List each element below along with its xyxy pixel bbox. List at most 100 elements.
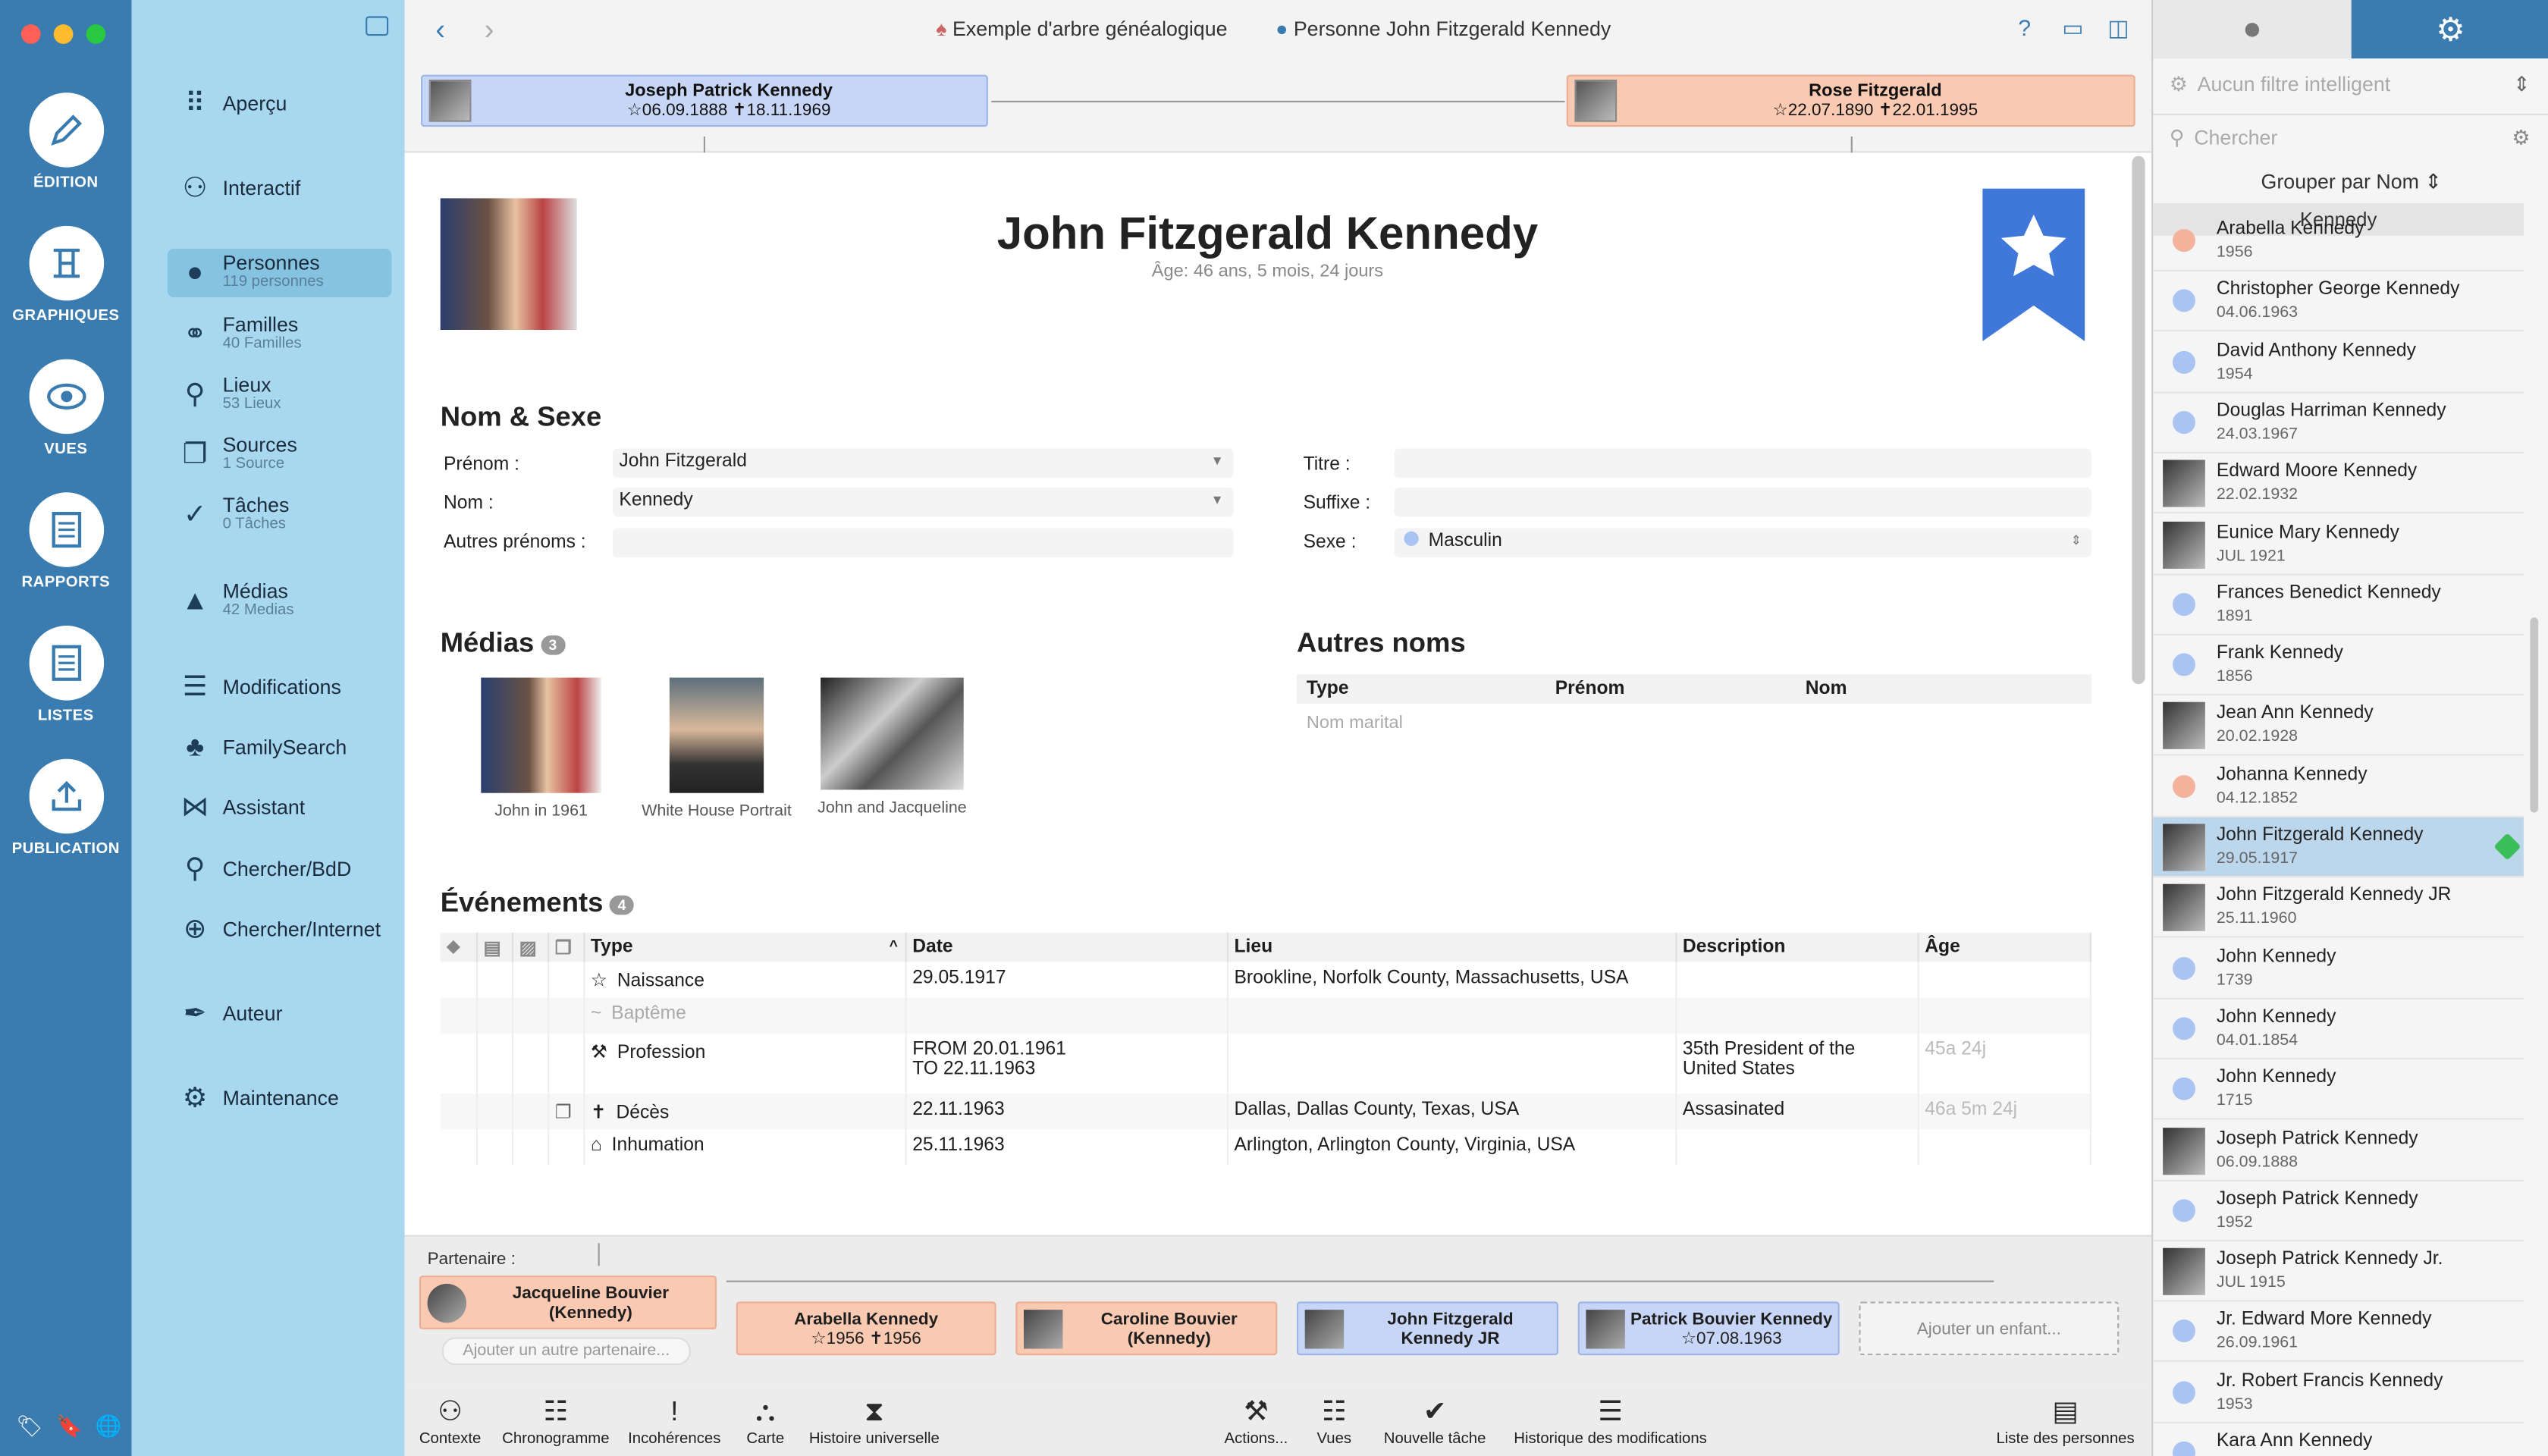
- title-field[interactable]: [1394, 448, 2091, 478]
- list-item[interactable]: Jr. Robert Francis Kennedy 1953: [2153, 1363, 2524, 1423]
- table-row[interactable]: ⌂ Inhumation 25.11.1963 Arlington, Arling…: [440, 1129, 2091, 1166]
- sidebar-item-personnes[interactable]: ● Personnes 119 personnes: [167, 248, 392, 298]
- sidebar-item-lieux[interactable]: ⚲ Lieux 53 Lieux: [168, 371, 392, 419]
- sidebar-item-taches[interactable]: ✓ Tâches 0 Tâches: [168, 491, 392, 539]
- rail-graphiques[interactable]: GRAPHIQUES: [0, 225, 132, 325]
- column-header-age[interactable]: Âge: [1917, 933, 2091, 962]
- globe-icon[interactable]: 🌐: [96, 1414, 122, 1439]
- list-item[interactable]: Arabella Kennedy 1956: [2153, 212, 2524, 271]
- last-name-field[interactable]: Kennedy ▼: [612, 487, 1234, 517]
- tag-column-icon[interactable]: ⬥: [440, 933, 477, 962]
- other-names-placeholder[interactable]: Nom marital: [1307, 714, 1403, 733]
- suffix-field[interactable]: [1394, 487, 2091, 517]
- column-header-date[interactable]: Date: [905, 933, 1228, 962]
- window-icon[interactable]: ▭: [2062, 14, 2083, 42]
- list-scrollbar[interactable]: [2530, 617, 2539, 813]
- scrollbar[interactable]: [2132, 155, 2145, 685]
- source-column-icon[interactable]: ▤: [475, 933, 513, 962]
- column-header-place[interactable]: Lieu: [1226, 933, 1677, 962]
- minimize-window-button[interactable]: [53, 24, 74, 44]
- list-item[interactable]: John Kennedy 1715: [2153, 1060, 2524, 1120]
- rail-publication[interactable]: PUBLICATION: [0, 758, 132, 858]
- list-item[interactable]: Joseph Patrick Kennedy 06.09.1888: [2153, 1121, 2524, 1181]
- table-row[interactable]: ⚒ Profession FROM 20.01.1961 TO 22.11.1963…: [440, 1033, 2091, 1094]
- map-button[interactable]: ⛬ Carte: [739, 1395, 792, 1448]
- new-task-button[interactable]: ✔ Nouvelle tâche: [1379, 1395, 1490, 1448]
- media-item[interactable]: John and Jacqueline: [806, 677, 978, 817]
- zoom-window-button[interactable]: [86, 24, 106, 44]
- views-button[interactable]: ☷ Vues: [1308, 1395, 1360, 1448]
- sidebar-item-familysearch[interactable]: ♣ FamilySearch: [168, 723, 392, 772]
- sidebar-item-familles[interactable]: ⚭ Familles 40 Familles: [168, 310, 392, 359]
- father-card[interactable]: Joseph Patrick Kennedy ☆06.09.1888 ✝18.11…: [421, 74, 988, 127]
- add-child-button[interactable]: Ajouter un enfant...: [1859, 1301, 2120, 1356]
- inconsistencies-button[interactable]: ! Incohérences: [623, 1395, 726, 1448]
- group-by-select[interactable]: Grouper par Nom ⇕: [2153, 169, 2548, 193]
- back-button[interactable]: ‹: [435, 13, 445, 47]
- change-history-button[interactable]: ☰ Historique des modifications: [1503, 1395, 1718, 1448]
- help-button[interactable]: ?: [2018, 14, 2031, 40]
- sidebar-item-apercu[interactable]: ⠿ Aperçu: [168, 80, 392, 128]
- media-column-icon[interactable]: ▨: [512, 933, 549, 962]
- gear-icon[interactable]: ⚙: [2512, 125, 2530, 149]
- list-item[interactable]: Eunice Mary Kennedy JUL 1921: [2153, 514, 2524, 575]
- notes-column-icon[interactable]: ❐: [548, 933, 585, 962]
- tab-person[interactable]: ●: [2153, 0, 2352, 59]
- list-item[interactable]: Joseph Patrick Kennedy Jr. JUL 1915: [2153, 1241, 2524, 1302]
- world-history-button[interactable]: ⧗ Histoire universelle: [801, 1395, 947, 1448]
- smart-filter-select[interactable]: ⚙ Aucun filtre intelligent ⇕: [2170, 71, 2531, 104]
- sidebar-item-chercher-bdd[interactable]: ⚲ Chercher/BdD: [168, 845, 392, 893]
- column-header-description[interactable]: Description: [1675, 933, 1919, 962]
- column-header[interactable]: Nom: [1806, 679, 1847, 699]
- column-header[interactable]: Type: [1307, 679, 1349, 699]
- child-card[interactable]: Caroline Bouvier (Kennedy): [1015, 1301, 1278, 1356]
- rail-rapports[interactable]: RAPPORTS: [0, 492, 132, 592]
- sidebar-item-modifications[interactable]: ☰ Modifications: [168, 663, 392, 711]
- first-name-field[interactable]: John Fitzgerald ▼: [612, 448, 1234, 478]
- child-card[interactable]: Patrick Bouvier Kennedy ☆07.08.1963: [1577, 1301, 1840, 1356]
- list-item[interactable]: John Kennedy 1739: [2153, 939, 2524, 999]
- close-window-button[interactable]: [20, 24, 41, 44]
- table-row[interactable]: ☆ Naissance 29.05.1917 Brookline, Norfolk…: [440, 962, 2091, 998]
- rail-edition[interactable]: ÉDITION: [0, 93, 132, 192]
- list-item[interactable]: Frances Benedict Kennedy 1891: [2153, 575, 2524, 635]
- media-item[interactable]: White House Portrait: [630, 677, 802, 821]
- sidebar-item-interactif[interactable]: ⚇ Interactif: [168, 164, 392, 212]
- list-item[interactable]: Douglas Harriman Kennedy 24.03.1967: [2153, 393, 2524, 453]
- tab-settings[interactable]: ⚙: [2351, 0, 2548, 59]
- rail-vues[interactable]: VUES: [0, 359, 132, 458]
- sidebar-toggle-icon[interactable]: [366, 16, 389, 36]
- sidebar-item-chercher-internet[interactable]: ⊕ Chercher/Internet: [168, 905, 392, 954]
- list-item[interactable]: Kara Ann Kennedy: [2153, 1423, 2524, 1456]
- sidebar-item-sources[interactable]: ❐ Sources 1 Source: [168, 431, 392, 479]
- tag-icon[interactable]: 🏷: [16, 1414, 42, 1439]
- list-item[interactable]: Johanna Kennedy 04.12.1852: [2153, 757, 2524, 817]
- media-item[interactable]: John in 1961: [455, 677, 627, 821]
- list-item[interactable]: Christopher George Kennedy 04.06.1963: [2153, 271, 2524, 332]
- list-item[interactable]: Jean Ann Kennedy 20.02.1928: [2153, 696, 2524, 757]
- list-item[interactable]: Jr. Edward More Kennedy 26.09.1961: [2153, 1302, 2524, 1363]
- list-item[interactable]: John Fitzgerald Kennedy 29.05.1917: [2153, 817, 2524, 878]
- inspector-toggle-icon[interactable]: ◫: [2107, 14, 2129, 42]
- sidebar-item-medias[interactable]: ▲ Médias 42 Medias: [168, 577, 392, 626]
- forward-button[interactable]: ›: [485, 13, 494, 47]
- tree-breadcrumb[interactable]: ♠ Exemple d'arbre généalogique: [936, 18, 1227, 41]
- timeline-button[interactable]: ☷ Chronogramme: [496, 1395, 617, 1448]
- person-breadcrumb[interactable]: ● Personne John Fitzgerald Kennedy: [1276, 18, 1611, 41]
- actions-button[interactable]: ⚒ Actions...: [1219, 1395, 1294, 1448]
- list-item[interactable]: Edward Moore Kennedy 22.02.1932: [2153, 453, 2524, 514]
- child-card[interactable]: John Fitzgerald Kennedy JR: [1297, 1301, 1558, 1356]
- sidebar-item-maintenance[interactable]: ⚙ Maintenance: [168, 1074, 392, 1122]
- table-row[interactable]: ~ Baptême: [440, 997, 2091, 1034]
- sidebar-item-assistant[interactable]: ⋈ Assistant: [168, 783, 392, 832]
- child-card[interactable]: Arabella Kennedy ☆1956 ✝1956: [736, 1301, 996, 1356]
- list-item[interactable]: David Anthony Kennedy 1954: [2153, 332, 2524, 393]
- context-button[interactable]: ⚇ Contexte: [414, 1395, 485, 1448]
- partner-card[interactable]: Jacqueline Bouvier (Kennedy): [419, 1276, 717, 1329]
- list-item[interactable]: Joseph Patrick Kennedy 1952: [2153, 1181, 2524, 1241]
- bookmark-icon[interactable]: 🔖: [56, 1414, 83, 1439]
- list-item[interactable]: John Kennedy 04.01.1854: [2153, 999, 2524, 1059]
- mother-card[interactable]: Rose Fitzgerald ☆22.07.1890 ✝22.01.1995: [1566, 74, 2135, 127]
- sidebar-item-auteur[interactable]: ✒ Auteur: [168, 990, 392, 1038]
- sex-select[interactable]: Masculin ⇕: [1394, 528, 2091, 557]
